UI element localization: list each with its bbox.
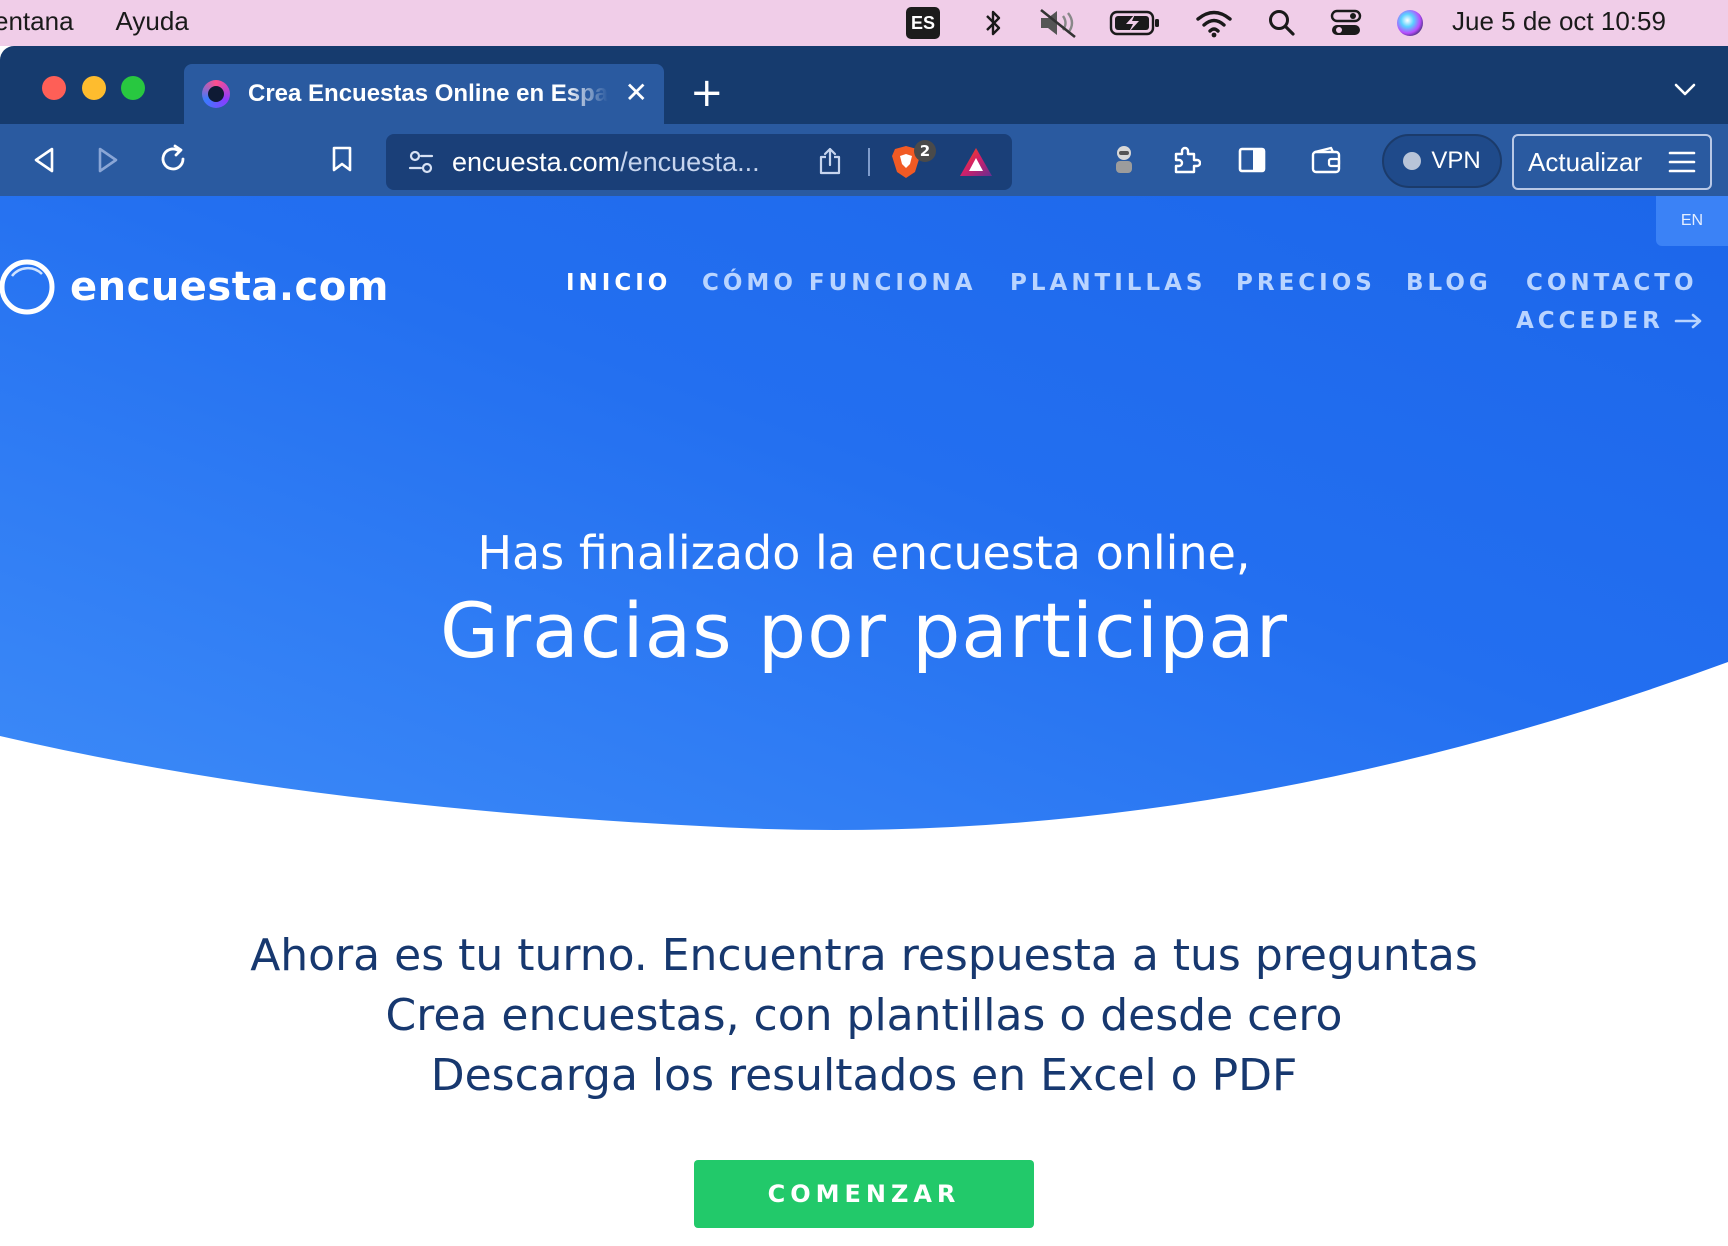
input-source-indicator[interactable]: ES — [906, 7, 940, 39]
pitch-line-3: Descarga los resultados en Excel o PDF — [430, 1050, 1298, 1101]
tab-list-chevron-down-icon[interactable] — [1674, 82, 1696, 101]
nav-item-plantillas[interactable]: PLANTILLAS — [1010, 270, 1207, 296]
new-tab-button[interactable]: + — [690, 68, 724, 118]
battery-charging-icon[interactable] — [1108, 0, 1162, 46]
nav-item-precios[interactable]: PRECIOS — [1236, 270, 1376, 296]
url-text[interactable]: encuesta.com/encuesta... — [452, 147, 792, 178]
hamburger-menu-icon — [1668, 150, 1696, 181]
wallet-icon[interactable] — [1306, 140, 1346, 180]
brave-rewards-triangle-icon[interactable] — [958, 146, 994, 182]
pitch-text-block: Ahora es tu turno. Encuentra respuesta a… — [0, 926, 1728, 1106]
window-zoom-button[interactable] — [121, 76, 145, 100]
app-menu: entana Ayuda — [0, 6, 231, 37]
hero-title: Gracias por participar — [439, 586, 1289, 675]
hero-subtitle: Has finalizado la encuesta online, — [477, 526, 1251, 580]
nav-item-blog[interactable]: BLOG — [1406, 270, 1492, 296]
bluetooth-icon[interactable] — [978, 0, 1010, 46]
web-page: EN encuesta.com INICIO CÓMO FUNCIONA PLA… — [0, 196, 1728, 1246]
update-label: Actualizar — [1528, 146, 1643, 177]
pitch-line-1: Ahora es tu turno. Encuentra respuesta a… — [250, 930, 1478, 981]
logo-wordmark: encuesta.com — [70, 264, 389, 310]
forward-button[interactable] — [90, 142, 126, 178]
browser-toolbar: encuesta.com/encuesta... 2 VPN Actualiza… — [0, 124, 1728, 196]
nav-acceder-label: ACCEDER — [1516, 308, 1664, 334]
macos-menu-bar: entana Ayuda ES Jue 5 de oct 10:59 — [0, 0, 1728, 46]
pitch-line-2: Crea encuestas, con plantillas o desde c… — [385, 990, 1343, 1041]
nav-item-inicio[interactable]: INICIO — [566, 270, 671, 296]
tab-close-icon[interactable]: ✕ — [625, 78, 648, 108]
url-domain: encuesta.com — [452, 146, 621, 177]
extensions-puzzle-icon[interactable] — [1166, 140, 1206, 180]
leo-assistant-icon[interactable] — [1104, 138, 1144, 182]
comenzar-button[interactable]: COMENZAR — [694, 1160, 1034, 1228]
bookmark-button[interactable] — [324, 140, 360, 178]
vpn-button[interactable]: VPN — [1382, 134, 1502, 188]
menu-item-help[interactable]: Ayuda — [116, 6, 189, 37]
address-bar-divider — [868, 148, 870, 176]
url-path: /encuesta... — [620, 146, 760, 177]
window-minimize-button[interactable] — [82, 76, 106, 100]
nav-item-contacto[interactable]: CONTACTO — [1526, 270, 1698, 296]
control-center-icon[interactable] — [1328, 0, 1364, 46]
wifi-icon[interactable] — [1194, 0, 1234, 46]
siri-icon[interactable] — [1392, 0, 1428, 46]
address-bar[interactable]: encuesta.com/encuesta... 2 — [386, 134, 1012, 190]
arrow-right-icon — [1674, 313, 1702, 329]
browser-window-chrome: Crea Encuestas Online en Español ✕ + enc… — [0, 46, 1728, 196]
tab-title: Crea Encuestas Online en Español — [248, 80, 608, 107]
site-settings-icon[interactable] — [408, 149, 434, 175]
update-menu-button[interactable]: Actualizar — [1512, 134, 1712, 190]
sidebar-toggle-icon[interactable] — [1232, 140, 1272, 180]
share-icon[interactable] — [818, 146, 842, 180]
site-favicon-icon — [202, 80, 230, 108]
logo-ring-icon — [0, 259, 55, 315]
nav-item-acceder[interactable]: ACCEDER — [1516, 308, 1704, 334]
back-button[interactable] — [26, 142, 62, 178]
volume-muted-icon[interactable] — [1036, 0, 1082, 46]
vpn-status-dot-icon — [1403, 152, 1422, 170]
brave-shields-count-badge: 2 — [914, 140, 936, 162]
vpn-label: VPN — [1431, 147, 1481, 174]
spotlight-search-icon[interactable] — [1266, 0, 1298, 46]
window-close-button[interactable] — [42, 76, 66, 100]
reload-button[interactable] — [154, 140, 192, 178]
language-toggle-button[interactable]: EN — [1656, 196, 1728, 246]
nav-item-como-funciona[interactable]: CÓMO FUNCIONA — [702, 270, 977, 296]
browser-tab-active[interactable]: Crea Encuestas Online en Español ✕ — [184, 64, 664, 124]
menu-item-window[interactable]: entana — [0, 6, 74, 37]
site-logo[interactable]: encuesta.com — [0, 256, 389, 318]
menu-bar-clock[interactable]: Jue 5 de oct 10:59 — [1452, 6, 1666, 37]
